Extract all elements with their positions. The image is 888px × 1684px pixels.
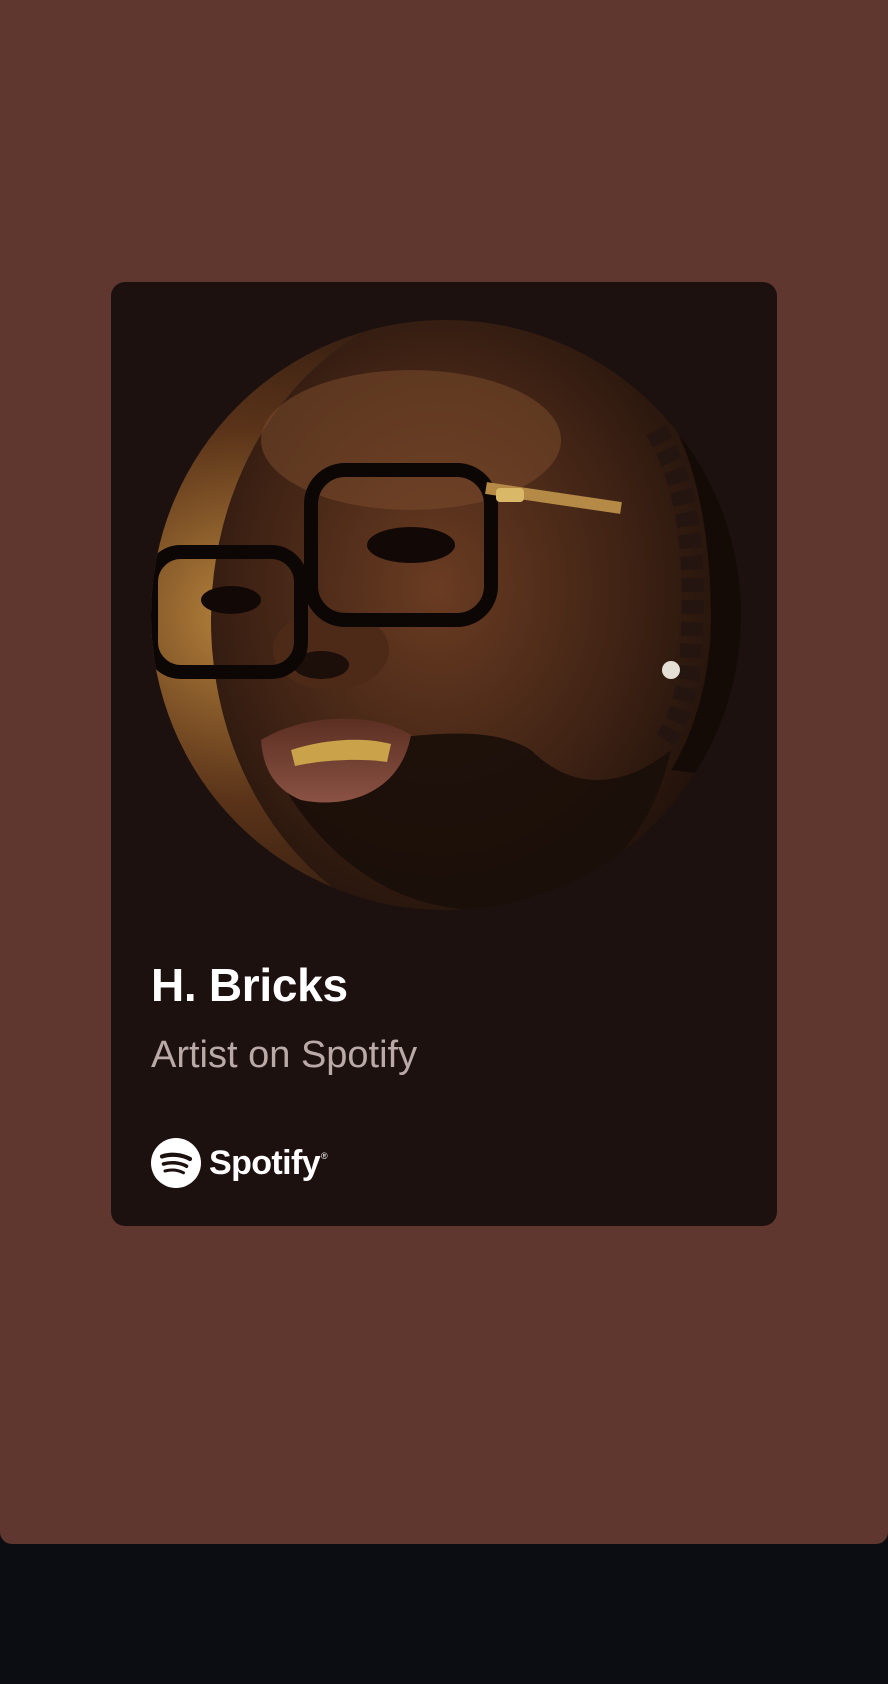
registered-mark: ®: [321, 1151, 328, 1161]
spotify-brand: Spotify ®: [151, 1137, 328, 1189]
artist-name: H. Bricks: [151, 959, 348, 1011]
system-navigation-bar: [0, 1544, 888, 1684]
share-screen-background: H. Bricks Artist on Spotify Spotify ®: [0, 0, 888, 1544]
artist-subtitle: Artist on Spotify: [151, 1034, 418, 1076]
artist-avatar: [151, 320, 741, 910]
spotify-logo-icon: [151, 1138, 201, 1188]
artist-share-card: H. Bricks Artist on Spotify Spotify ®: [111, 282, 777, 1226]
spotify-wordmark: Spotify: [209, 1143, 321, 1182]
